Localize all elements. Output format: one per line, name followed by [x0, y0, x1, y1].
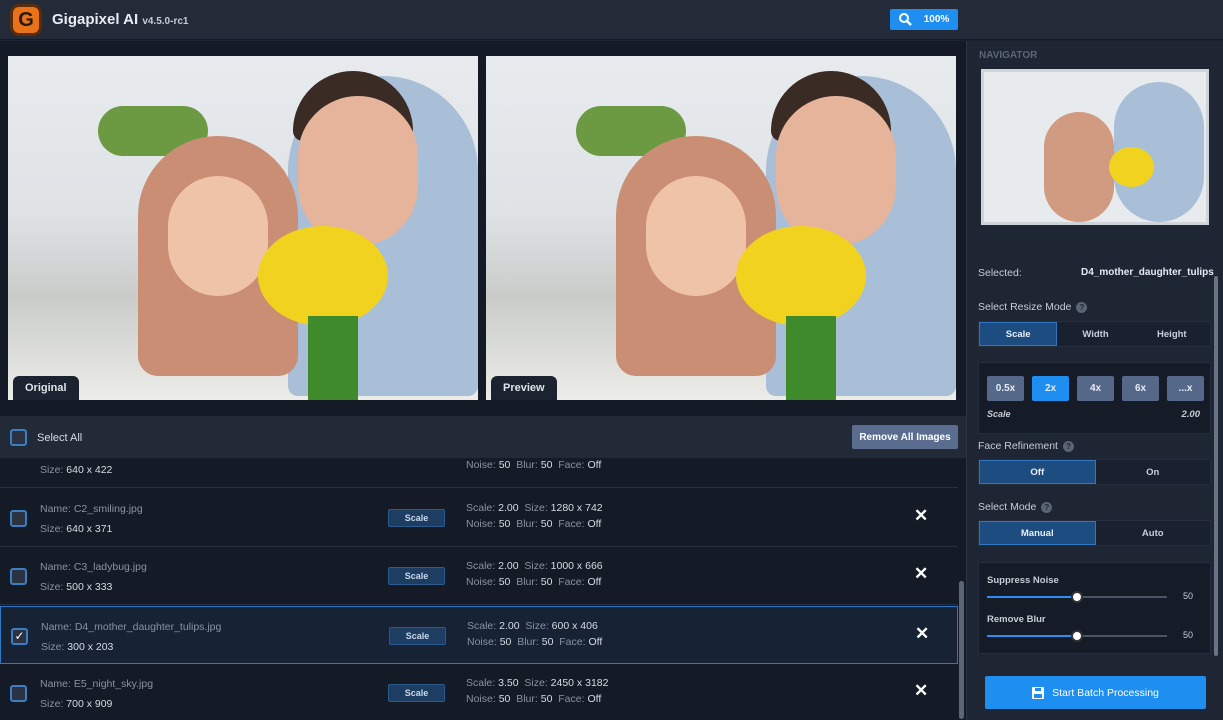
scale-mode-button[interactable]: Scale: [389, 626, 446, 645]
face-refinement-label: Face Refinement?: [978, 440, 1074, 452]
scale-6x-button[interactable]: 6x: [1122, 376, 1159, 401]
check-icon: ✓: [14, 629, 25, 644]
row-checkbox[interactable]: ✓: [11, 627, 28, 645]
sidebar-scrollbar[interactable]: [1214, 276, 1218, 656]
suppress-noise-label: Suppress Noise: [987, 575, 1059, 586]
preview-image[interactable]: Preview: [486, 56, 956, 400]
app-name: Gigapixel AI: [52, 11, 139, 28]
main-area: Original Preview Select All Remove All I…: [0, 41, 966, 720]
scale-0.5x-button[interactable]: 0.5x: [987, 376, 1024, 401]
image-list-row[interactable]: Name: C2_smiling.jpg Scale Scale: 2.00 Siz…: [0, 489, 958, 547]
remove-blur-value: 50: [1183, 630, 1194, 640]
resize-mode-height[interactable]: Height: [1134, 322, 1210, 346]
remove-image-icon[interactable]: ✕: [915, 624, 929, 644]
image-name: Name: C2_smiling.jpg: [40, 502, 143, 515]
row-checkbox[interactable]: [10, 509, 27, 527]
remove-all-images-button[interactable]: Remove All Images: [852, 425, 958, 449]
sliders-box: Suppress Noise 50 Remove Blur 50: [978, 562, 1211, 654]
original-image[interactable]: Original: [8, 56, 478, 400]
remove-image-icon[interactable]: ✕: [914, 506, 928, 526]
scale-value: 2.00: [1181, 409, 1201, 420]
enhance-settings: Noise: 50 Blur: 50 Face: Off: [466, 576, 602, 589]
remove-image-icon[interactable]: ✕: [914, 564, 928, 584]
sidebar: NAVIGATOR Selected: D4_mother_daughter_t…: [966, 41, 1223, 720]
image-list-row[interactable]: Name: E5_night_sky.jpg Scale Scale: 3.50 S…: [0, 664, 958, 720]
help-icon[interactable]: ?: [1041, 502, 1053, 513]
list-header: Select All Remove All Images: [0, 416, 966, 458]
app-version: v4.5.0-rc1: [142, 16, 189, 27]
zoom-button[interactable]: 100%: [890, 9, 958, 30]
image-size: Size: 700 x 909: [40, 698, 113, 711]
preview-label: Preview: [491, 376, 557, 400]
image-size: Size: 500 x 333: [40, 581, 113, 594]
original-label: Original: [13, 376, 79, 400]
output-scale-size: Scale: 2.00 Size: 600 x 406: [467, 619, 598, 632]
selected-label: Selected:: [978, 267, 1022, 279]
start-batch-processing-button[interactable]: Start Batch Processing: [985, 676, 1206, 709]
enhance-settings: Noise: 50 Blur: 50 Face: Off: [467, 635, 603, 648]
mode-manual[interactable]: Manual: [979, 521, 1096, 545]
mode-toggle: Manual Auto: [978, 520, 1211, 546]
scale-mode-button[interactable]: Scale: [388, 508, 445, 527]
enhance-settings: Noise: 50 Blur: 50 Face: Off: [466, 517, 602, 530]
image-list-row[interactable]: ✓ Name: D4_mother_daughter_tulips.jpg Scal…: [0, 605, 958, 664]
image-list: Size: 640 x 422 Noise: 50 Blur: 50 Face: …: [0, 458, 958, 720]
app-title: Gigapixel AI v4.5.0-rc1: [52, 11, 188, 28]
help-icon[interactable]: ?: [1062, 441, 1074, 452]
face-on[interactable]: On: [1096, 460, 1211, 484]
select-all[interactable]: Select All: [10, 429, 82, 446]
image-name: Name: D4_mother_daughter_tulips.jpg: [41, 620, 222, 633]
save-icon: [1032, 686, 1045, 699]
selected-value: D4_mother_daughter_tulips: [1081, 267, 1214, 278]
help-icon[interactable]: ?: [1076, 302, 1088, 313]
scale-mode-button[interactable]: Scale: [388, 684, 445, 703]
resize-mode-scale[interactable]: Scale: [979, 322, 1058, 346]
image-list-row[interactable]: Name: C3_ladybug.jpg Scale Scale: 2.00 Siz…: [0, 547, 958, 606]
scale-options: 0.5x 2x 4x 6x ...x Scale 2.00: [978, 362, 1211, 434]
scale-custom-button[interactable]: ...x: [1167, 376, 1204, 401]
scale-2x-button[interactable]: 2x: [1032, 376, 1069, 401]
resize-mode-label: Select Resize Mode?: [978, 301, 1088, 313]
resize-mode-width[interactable]: Width: [1057, 322, 1133, 346]
image-name: Name: E5_night_sky.jpg: [40, 678, 154, 691]
list-scrollbar[interactable]: [959, 581, 964, 719]
enhance-settings: Noise: 50 Blur: 50 Face: Off: [466, 459, 602, 471]
navigator-thumbnail[interactable]: [981, 69, 1209, 225]
remove-blur-slider[interactable]: [987, 630, 1167, 642]
enhance-settings: Noise: 50 Blur: 50 Face: Off: [466, 693, 602, 706]
app-logo: G: [10, 4, 42, 36]
suppress-noise-slider[interactable]: [987, 591, 1167, 603]
row-checkbox[interactable]: [10, 568, 27, 586]
magnifier-icon: [898, 13, 912, 26]
face-refinement-toggle: Off On: [978, 459, 1211, 485]
suppress-noise-value: 50: [1183, 591, 1194, 601]
slider-knob[interactable]: [1071, 591, 1083, 603]
image-size: Size: 640 x 422: [40, 464, 113, 476]
mode-auto[interactable]: Auto: [1096, 521, 1211, 545]
title-bar: G Gigapixel AI v4.5.0-rc1 100%: [0, 0, 1223, 40]
face-off[interactable]: Off: [979, 460, 1096, 484]
image-size: Size: 640 x 371: [40, 522, 113, 535]
output-scale-size: Scale: 3.50 Size: 2450 x 3182: [466, 677, 609, 690]
scale-mode-button[interactable]: Scale: [388, 567, 445, 586]
resize-mode-toggle: Scale Width Height: [978, 321, 1211, 347]
select-mode-label: Select Mode?: [978, 501, 1053, 513]
image-list-row[interactable]: Size: 640 x 422 Noise: 50 Blur: 50 Face: …: [0, 458, 958, 488]
remove-image-icon[interactable]: ✕: [914, 681, 928, 701]
output-scale-size: Scale: 2.00 Size: 1280 x 742: [466, 501, 603, 514]
navigator-label: NAVIGATOR: [979, 50, 1038, 61]
remove-blur-label: Remove Blur: [987, 614, 1046, 625]
output-scale-size: Scale: 2.00 Size: 1000 x 666: [466, 560, 603, 573]
image-size: Size: 300 x 203: [41, 640, 114, 653]
select-all-checkbox[interactable]: [10, 429, 27, 446]
slider-knob[interactable]: [1071, 630, 1083, 642]
row-checkbox[interactable]: [10, 685, 27, 703]
image-name: Name: C3_ladybug.jpg: [40, 561, 147, 574]
scale-4x-button[interactable]: 4x: [1077, 376, 1114, 401]
scale-label: Scale: [987, 409, 1011, 419]
